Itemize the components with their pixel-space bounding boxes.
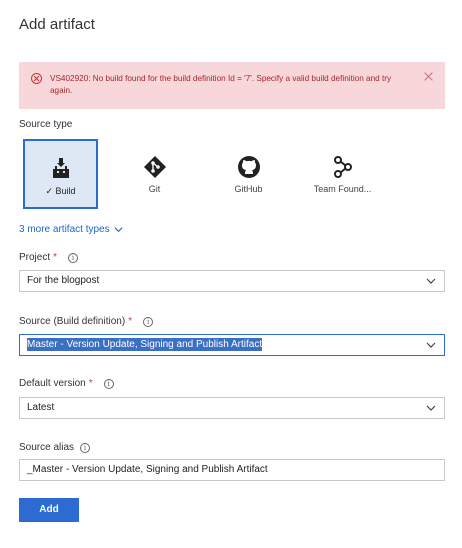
- source-type-tiles: ✓ Build Git GitHub Team Found...: [23, 139, 399, 209]
- default-version-label: Default version * i: [19, 378, 114, 389]
- tile-build-label-text: Build: [55, 186, 76, 196]
- tile-git[interactable]: Git: [117, 139, 192, 209]
- github-icon: [237, 156, 260, 178]
- tile-git-label: Git: [148, 184, 161, 194]
- required-marker: *: [53, 252, 58, 263]
- project-label-text: Project: [19, 252, 51, 263]
- default-version-select[interactable]: Latest: [19, 397, 445, 419]
- tfvc-icon: [333, 156, 352, 178]
- source-type-label-text: Source type: [19, 119, 73, 130]
- close-icon[interactable]: [422, 70, 436, 84]
- source-type-label: Source type: [19, 119, 72, 130]
- tile-tfvc-label: Team Found...: [313, 184, 372, 194]
- tile-build-label: ✓ Build: [45, 186, 76, 196]
- tile-build[interactable]: ✓ Build: [23, 139, 98, 209]
- chevron-down-icon: [426, 278, 436, 284]
- source-alias-value: _Master - Version Update, Signing and Pu…: [27, 464, 268, 475]
- source-label-text: Source (Build definition): [19, 316, 126, 327]
- tile-tfvc[interactable]: Team Found...: [305, 139, 380, 209]
- source-alias-input[interactable]: _Master - Version Update, Signing and Pu…: [19, 459, 445, 481]
- project-value: For the blogpost: [27, 275, 100, 286]
- git-icon: [143, 156, 166, 178]
- build-icon: [52, 158, 69, 178]
- required-marker: *: [128, 316, 133, 327]
- error-message: VS402920: No build found for the build d…: [50, 74, 392, 95]
- chevron-down-icon: [426, 405, 436, 411]
- project-select[interactable]: For the blogpost: [19, 270, 445, 292]
- chevron-down-icon: [426, 342, 436, 348]
- source-select[interactable]: Master - Version Update, Signing and Pub…: [19, 334, 445, 356]
- source-alias-label: Source alias i: [19, 442, 91, 453]
- project-label: Project * i: [19, 252, 79, 263]
- default-version-label-text: Default version: [19, 378, 86, 389]
- required-marker: *: [88, 378, 93, 389]
- info-icon[interactable]: i: [80, 442, 91, 453]
- info-icon[interactable]: i: [143, 316, 154, 327]
- source-value: Master - Version Update, Signing and Pub…: [27, 338, 263, 351]
- tile-github-label: GitHub: [234, 184, 263, 194]
- info-icon[interactable]: i: [68, 252, 79, 263]
- add-button[interactable]: Add: [19, 498, 79, 522]
- dialog-title: Add artifact: [19, 16, 95, 33]
- error-icon: [31, 73, 42, 84]
- chevron-down-icon: [114, 227, 123, 233]
- tile-github[interactable]: GitHub: [211, 139, 286, 209]
- source-label: Source (Build definition) * i: [19, 316, 154, 327]
- info-icon[interactable]: i: [103, 378, 114, 389]
- default-version-value: Latest: [27, 402, 55, 413]
- more-artifact-types-text: 3 more artifact types: [19, 224, 110, 235]
- source-alias-label-text: Source alias: [19, 442, 75, 453]
- more-artifact-types-link[interactable]: 3 more artifact types: [19, 224, 123, 235]
- error-banner: VS402920: No build found for the build d…: [19, 62, 445, 109]
